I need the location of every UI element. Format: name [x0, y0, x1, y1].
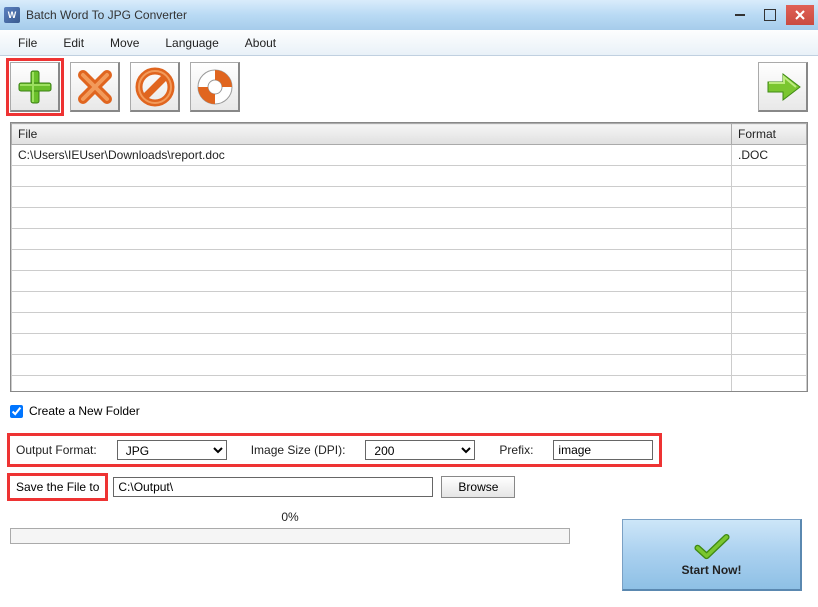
app-icon: W [4, 7, 20, 23]
clear-button[interactable] [130, 62, 180, 112]
add-button[interactable] [10, 62, 60, 112]
column-file[interactable]: File [12, 124, 732, 145]
menu-edit[interactable]: Edit [51, 32, 96, 54]
cell-format [732, 292, 807, 313]
table-row[interactable] [12, 187, 807, 208]
cell-file [12, 187, 732, 208]
arrow-right-icon [763, 67, 803, 107]
cell-file [12, 271, 732, 292]
cell-file [12, 376, 732, 393]
dpi-select[interactable]: 200 [365, 440, 475, 460]
file-table[interactable]: File Format C:\Users\IEUser\Downloads\re… [10, 122, 808, 392]
cell-format [732, 208, 807, 229]
cell-format [732, 166, 807, 187]
table-row[interactable] [12, 250, 807, 271]
cell-file [12, 229, 732, 250]
save-path-input[interactable] [113, 477, 433, 497]
menubar: File Edit Move Language About [0, 30, 818, 56]
table-row[interactable] [12, 292, 807, 313]
window-title: Batch Word To JPG Converter [26, 8, 724, 22]
forbidden-icon [135, 67, 175, 107]
next-button[interactable] [758, 62, 808, 112]
cell-format [732, 313, 807, 334]
table-row[interactable] [12, 355, 807, 376]
cell-file [12, 313, 732, 334]
table-row[interactable]: C:\Users\IEUser\Downloads\report.doc.DOC [12, 145, 807, 166]
output-format-label: Output Format: [16, 443, 97, 457]
table-row[interactable] [12, 334, 807, 355]
cell-file [12, 292, 732, 313]
table-row[interactable] [12, 229, 807, 250]
table-row[interactable] [12, 376, 807, 393]
prefix-label: Prefix: [499, 443, 533, 457]
column-format[interactable]: Format [732, 124, 807, 145]
table-row[interactable] [12, 313, 807, 334]
cell-format [732, 187, 807, 208]
cell-format [732, 376, 807, 393]
lifebuoy-icon [195, 67, 235, 107]
cell-file [12, 208, 732, 229]
menu-file[interactable]: File [6, 32, 49, 54]
options-panel: Create a New Folder Output Format: JPG I… [0, 392, 818, 502]
menu-language[interactable]: Language [153, 32, 230, 54]
maximize-button[interactable] [756, 5, 784, 25]
browse-button[interactable]: Browse [441, 476, 515, 498]
cell-file [12, 334, 732, 355]
menu-about[interactable]: About [233, 32, 288, 54]
cell-file [12, 166, 732, 187]
progress-bar [10, 528, 570, 544]
save-to-label: Save the File to [10, 476, 105, 498]
titlebar: W Batch Word To JPG Converter [0, 0, 818, 30]
close-button[interactable] [786, 5, 814, 25]
cell-file: C:\Users\IEUser\Downloads\report.doc [12, 145, 732, 166]
cell-format [732, 355, 807, 376]
toolbar [0, 56, 818, 118]
cell-file [12, 250, 732, 271]
new-folder-label: Create a New Folder [29, 404, 140, 418]
cell-format [732, 271, 807, 292]
dpi-label: Image Size (DPI): [251, 443, 346, 457]
x-icon [75, 67, 115, 107]
start-button[interactable]: Start Now! [622, 519, 802, 591]
remove-button[interactable] [70, 62, 120, 112]
cell-format [732, 334, 807, 355]
plus-icon [15, 67, 55, 107]
help-button[interactable] [190, 62, 240, 112]
start-label: Start Now! [682, 563, 742, 577]
checkmark-icon [694, 533, 730, 561]
progress-percent: 0% [10, 510, 570, 524]
menu-move[interactable]: Move [98, 32, 151, 54]
table-row[interactable] [12, 208, 807, 229]
cell-format [732, 250, 807, 271]
table-row[interactable] [12, 271, 807, 292]
new-folder-checkbox[interactable] [10, 405, 23, 418]
cell-format: .DOC [732, 145, 807, 166]
output-format-select[interactable]: JPG [117, 440, 227, 460]
cell-file [12, 355, 732, 376]
cell-format [732, 229, 807, 250]
output-options-group: Output Format: JPG Image Size (DPI): 200… [10, 436, 659, 464]
prefix-input[interactable] [553, 440, 653, 460]
table-row[interactable] [12, 166, 807, 187]
minimize-button[interactable] [726, 5, 754, 25]
